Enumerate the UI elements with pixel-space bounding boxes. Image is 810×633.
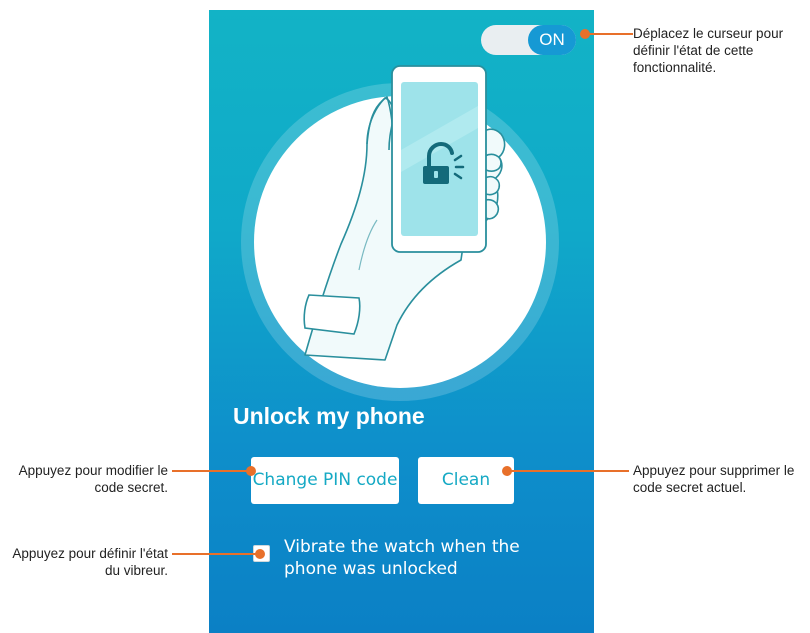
- toggle-callout-dot: [580, 29, 590, 39]
- hand-holding-phone-illustration: [303, 65, 506, 361]
- vibrate-callout-line: [172, 553, 260, 555]
- change-pin-button[interactable]: Change PIN code: [251, 457, 399, 504]
- change-pin-callout-text: Appuyez pour modifier le code secret.: [18, 463, 168, 495]
- finger-outline: [484, 153, 502, 172]
- change-pin-callout-line: [172, 470, 252, 472]
- watch-app-screen: ON Unlock my phone Change PIN code Clean…: [209, 10, 594, 633]
- page-title: Unlock my phone: [233, 403, 425, 429]
- clean-callout-text: Appuyez pour supprimer le code secret ac…: [633, 463, 795, 495]
- clean-callout-line: [508, 470, 629, 472]
- vibrate-callout-text: Appuyez pour définir l'état du vibreur.: [12, 546, 168, 578]
- clean-callout-dot: [502, 466, 512, 476]
- toggle-callout-line: [585, 33, 633, 35]
- toggle-callout-text: Déplacez le curseur pour définir l'état …: [633, 26, 784, 75]
- sleeve-cuff: [303, 294, 361, 335]
- vibrate-callout-dot: [255, 549, 265, 559]
- clean-button[interactable]: Clean: [418, 457, 514, 504]
- change-pin-callout-dot: [246, 466, 256, 476]
- vibrate-label: Vibrate the watch when the phone was unl…: [284, 537, 520, 579]
